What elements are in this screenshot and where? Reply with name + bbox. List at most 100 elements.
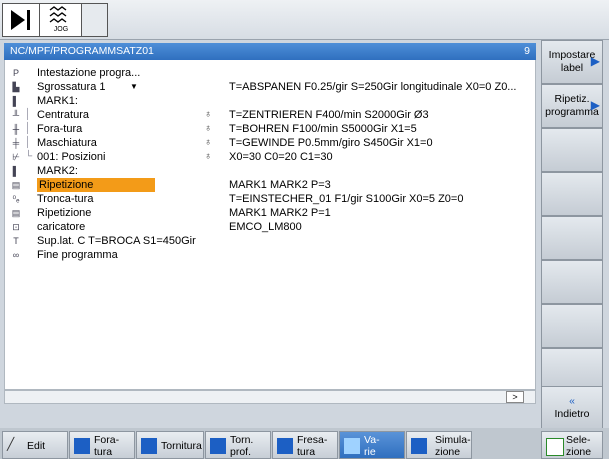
turning-button[interactable]: Tornitura (136, 431, 204, 459)
set-label-line1: Impostare (548, 49, 596, 61)
simulation-icon (411, 438, 427, 454)
loader-icon: ⊡ (12, 222, 20, 232)
program-path: NC/MPF/PROGRAMMSATZ01 (10, 45, 154, 57)
scroll-right-button[interactable]: > (506, 391, 524, 403)
jog-mode-indicator: JOG (40, 3, 82, 37)
repeat-program-button[interactable]: Ripetiz. programma ▶ (541, 84, 603, 128)
drilling-button[interactable]: Fora-tura (69, 431, 135, 459)
row-value: EMCO_LM800 (229, 221, 302, 233)
program-count: 9 (524, 45, 530, 57)
link-icon: ♁ (204, 151, 212, 162)
jog-wave-icon (49, 6, 67, 23)
program-row[interactable]: ⁰ₑ Tronca-tura T=EINSTECHER_01 F1/gir S1… (5, 192, 535, 206)
position-icon: ⊬ (12, 152, 20, 162)
horizontal-scrollbar[interactable] (4, 390, 536, 404)
row-label: MARK2: (37, 165, 78, 177)
parting-icon: ⁰ₑ (12, 194, 20, 204)
program-row[interactable]: ▤ Ripetizione MARK1 MARK2 P=1 (5, 206, 535, 220)
program-arrow-icon (11, 10, 30, 30)
link-icon: ♁ (204, 137, 212, 148)
program-row[interactable]: T Sup.lat. C T=BROCA S1=450Gir (5, 234, 535, 248)
simulation-button[interactable]: Simula-zione (406, 431, 472, 459)
select-doc-icon (546, 438, 564, 456)
various-button-active[interactable]: Va-rie (339, 431, 405, 459)
contour-label: Torn. prof. (230, 434, 254, 458)
mark-icon: ▌ (12, 166, 20, 176)
row-label: 001: Posizioni (37, 151, 106, 163)
program-row[interactable]: ⊬ └ 001: Posizioni ♁ X0=30 C0=20 C1=30 (5, 150, 535, 164)
row-value: T=BOHREN F100/min S5000Gir X1=5 (229, 123, 417, 135)
selection-button[interactable]: Sele-zione (541, 431, 603, 459)
row-label: MARK1: (37, 95, 78, 107)
program-row[interactable]: ⊡ caricatore EMCO_LM800 (5, 220, 535, 234)
end-icon: ∞ (12, 250, 20, 260)
program-row-selected[interactable]: ▤ Ripetizione MARK1 MARK2 P=3 (5, 178, 535, 192)
row-value: T=GEWINDE P0.5mm/giro S450Gir X1=0 (229, 137, 433, 149)
program-row[interactable]: P Intestazione progra... (5, 66, 535, 80)
program-row[interactable]: ∞ Fine programma (5, 248, 535, 262)
set-label-line2: label (560, 62, 584, 74)
row-value: T=ABSPANEN F0.25/gir S=250Gir longitudin… (229, 81, 517, 93)
row-label: Fine programma (37, 249, 118, 261)
softkey-empty-4[interactable] (541, 172, 603, 216)
drill-icon (74, 438, 90, 454)
program-title-bar: NC/MPF/PROGRAMMSATZ01 9 (4, 43, 536, 60)
drill-label: Fora-tura (94, 434, 120, 458)
softkey-empty-5[interactable] (541, 216, 603, 260)
program-step-list[interactable]: P Intestazione progra... ▙ Sgrossatura 1… (4, 60, 536, 390)
arrow-right-icon: ▶ (590, 54, 600, 68)
milling-button[interactable]: Fresa-tura (272, 431, 338, 459)
chevron-down-icon[interactable]: ▼ (130, 80, 138, 94)
status-box (82, 3, 108, 37)
arrow-right-icon: ▶ (590, 98, 600, 112)
tree-line: │ (25, 123, 32, 134)
turning-icon (141, 438, 157, 454)
row-label: Centratura (37, 109, 89, 121)
row-label: Maschiatura (37, 137, 97, 149)
softkey-empty-3[interactable] (541, 128, 603, 172)
row-label: Sgrossatura 1 (37, 81, 106, 93)
edit-label: Edit (27, 440, 46, 452)
various-label: Va-rie (364, 434, 380, 458)
selection-label: Sele-zione (566, 434, 592, 458)
contour-icon (210, 438, 226, 454)
simulation-label: Simula-zione (435, 434, 471, 458)
program-row[interactable]: ▌ MARK2: (5, 164, 535, 178)
row-label: caricatore (37, 221, 86, 233)
jog-label: JOG (53, 26, 69, 33)
repeat-icon: ▤ (11, 208, 21, 218)
turning-label: Tornitura (161, 440, 202, 452)
row-value: MARK1 MARK2 P=3 (229, 179, 331, 191)
program-row[interactable]: ▙ Sgrossatura 1 ▼ T=ABSPANEN F0.25/gir S… (5, 80, 535, 94)
pencil-icon: ╱ (7, 437, 15, 451)
row-label: Ripetizione (37, 178, 155, 192)
repeat-icon: ▤ (11, 180, 21, 190)
mark-icon: ▌ (12, 96, 20, 106)
double-left-icon: « (569, 395, 575, 407)
row-label: Ripetizione (37, 207, 92, 219)
program-row[interactable]: ╨ │ Centratura ♁ T=ZENTRIEREN F400/min S… (5, 108, 535, 122)
program-row[interactable]: ╪ │ Maschiatura ♁ T=GEWINDE P0.5mm/giro … (5, 136, 535, 150)
softkey-empty-7[interactable] (541, 304, 603, 348)
mode-indicator (2, 3, 40, 37)
row-value: MARK1 MARK2 P=1 (229, 207, 331, 219)
back-button[interactable]: « Indietro (541, 386, 603, 430)
set-label-button[interactable]: Impostare label ▶ (541, 40, 603, 84)
tree-line: │ (25, 109, 32, 120)
row-value: T=ZENTRIEREN F400/min S2000Gir Ø3 (229, 109, 429, 121)
program-row[interactable]: ▌ MARK1: (5, 94, 535, 108)
drilling-icon: ╫ (12, 124, 20, 134)
repeat-line1: Ripetiz. (554, 93, 590, 105)
row-value: T=EINSTECHER_01 F1/gir S100Gir X0=5 Z0=0 (229, 193, 464, 205)
program-row[interactable]: ╫ │ Fora-tura ♁ T=BOHREN F100/min S5000G… (5, 122, 535, 136)
softkey-empty-6[interactable] (541, 260, 603, 304)
centering-icon: ╨ (12, 110, 20, 120)
milling-label: Fresa-tura (297, 434, 328, 458)
row-label: Sup.lat. C T=BROCA S1=450Gir (37, 235, 196, 247)
contour-turning-button[interactable]: Torn. prof. (205, 431, 271, 459)
edit-button[interactable]: ╱ Edit (2, 431, 68, 459)
back-label: Indietro (554, 408, 590, 420)
tree-line: └ (25, 151, 33, 162)
roughing-icon: ▙ (12, 82, 20, 92)
milling-icon (277, 438, 293, 454)
